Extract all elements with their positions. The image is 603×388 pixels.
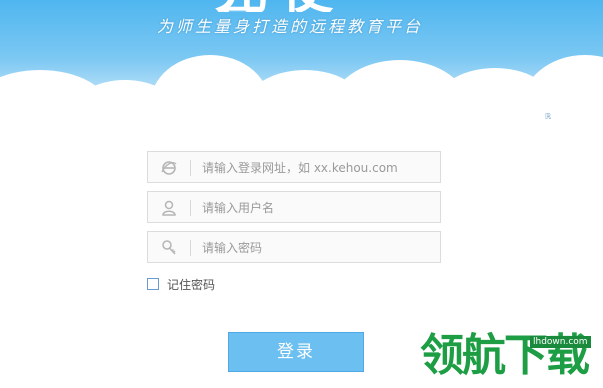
brand-logo-text: 兄使量 <box>215 0 390 12</box>
field-divider <box>190 240 191 256</box>
field-divider <box>190 160 191 176</box>
remember-label: 记住密码 <box>167 278 216 292</box>
password-input[interactable] <box>200 236 434 260</box>
tagline: 为师生量身打造的远程教育平台 <box>157 17 424 36</box>
key-icon <box>160 239 178 257</box>
corner-mark: ℝ <box>545 112 552 121</box>
cloud <box>520 55 603 130</box>
header-sky-banner: 兄使量 为师生量身打造的远程教育平台 <box>0 0 603 130</box>
url-input[interactable] <box>200 156 434 180</box>
watermark-url: lhdown.com <box>530 336 591 348</box>
username-input[interactable] <box>200 196 434 220</box>
user-icon <box>160 199 178 217</box>
login-button[interactable]: 登录 <box>228 332 364 372</box>
password-field[interactable] <box>147 231 441 263</box>
username-field[interactable] <box>147 191 441 223</box>
field-divider <box>190 200 191 216</box>
ie-browser-icon <box>160 159 178 177</box>
remember-checkbox[interactable] <box>147 278 159 290</box>
url-field[interactable] <box>147 151 441 183</box>
